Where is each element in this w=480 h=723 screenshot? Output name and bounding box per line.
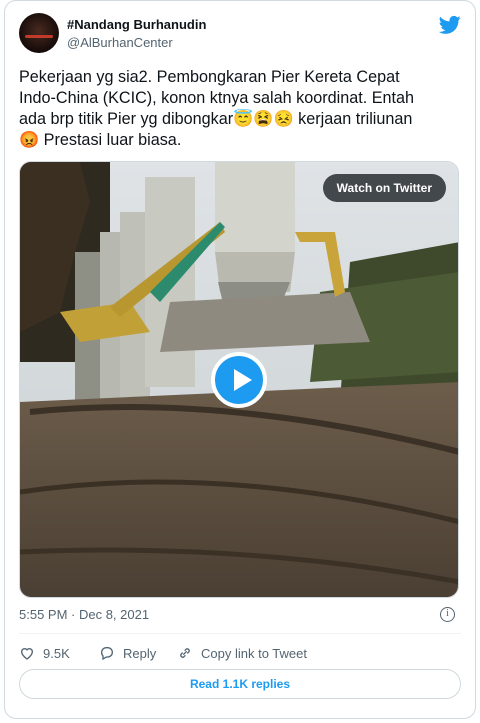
reply-button[interactable]: Reply (99, 643, 156, 663)
divider (19, 633, 461, 634)
twitter-bird-icon[interactable] (439, 15, 461, 35)
tweet-card: #Nandang Burhanudin @AlBurhanCenter Peke… (4, 0, 476, 719)
tweet-text-fragment: ada brp titik Pier yg dibongkar (19, 110, 234, 128)
tweet-text-line: 😡 Prestasi luar biasa. (19, 130, 459, 151)
avatar-strip (25, 35, 53, 38)
read-replies-button[interactable]: Read 1.1K replies (19, 669, 461, 699)
copy-link-button[interactable]: Copy link to Tweet (177, 643, 307, 663)
tweet-timestamp[interactable]: 5:55 PM · Dec 8, 2021 (19, 607, 149, 622)
tweet-header: #Nandang Burhanudin @AlBurhanCenter (19, 13, 461, 57)
video-player[interactable]: Watch on Twitter (19, 161, 459, 598)
heart-icon (20, 648, 34, 660)
watch-on-twitter-button[interactable]: Watch on Twitter (322, 174, 446, 202)
tweet-text-line: Pekerjaan yg sia2. Pembongkaran Pier Ker… (19, 68, 400, 86)
tweet-text-line: Indo-China (KCIC), konon ktnya salah koo… (19, 89, 415, 107)
info-icon[interactable]: i (440, 607, 455, 622)
angry-emoji-icon: 😡 (19, 131, 40, 149)
avatar[interactable] (19, 13, 59, 53)
tweet-text: Pekerjaan yg sia2. Pembongkaran Pier Ker… (19, 67, 459, 151)
reply-label: Reply (123, 645, 157, 661)
tweet-text-line: ada brp titik Pier yg dibongkar😇😫😣 kerja… (19, 109, 459, 130)
like-count: 9.5K (43, 645, 70, 661)
tweet-text-fragment: kerjaan triliunan (293, 110, 413, 128)
author-handle[interactable]: @AlBurhanCenter (67, 35, 173, 50)
copy-link-label: Copy link to Tweet (201, 645, 307, 661)
tweet-text-fragment: Prestasi luar biasa. (39, 131, 182, 149)
reply-icon (100, 647, 113, 661)
emoji-group: 😇😫😣 (233, 110, 294, 128)
link-icon (180, 648, 190, 658)
play-button[interactable] (211, 351, 267, 408)
like-button[interactable]: 9.5K (19, 643, 70, 663)
author-name[interactable]: #Nandang Burhanudin (67, 17, 206, 32)
tweet-actions: 9.5K Reply Copy link to Tweet (19, 643, 461, 663)
